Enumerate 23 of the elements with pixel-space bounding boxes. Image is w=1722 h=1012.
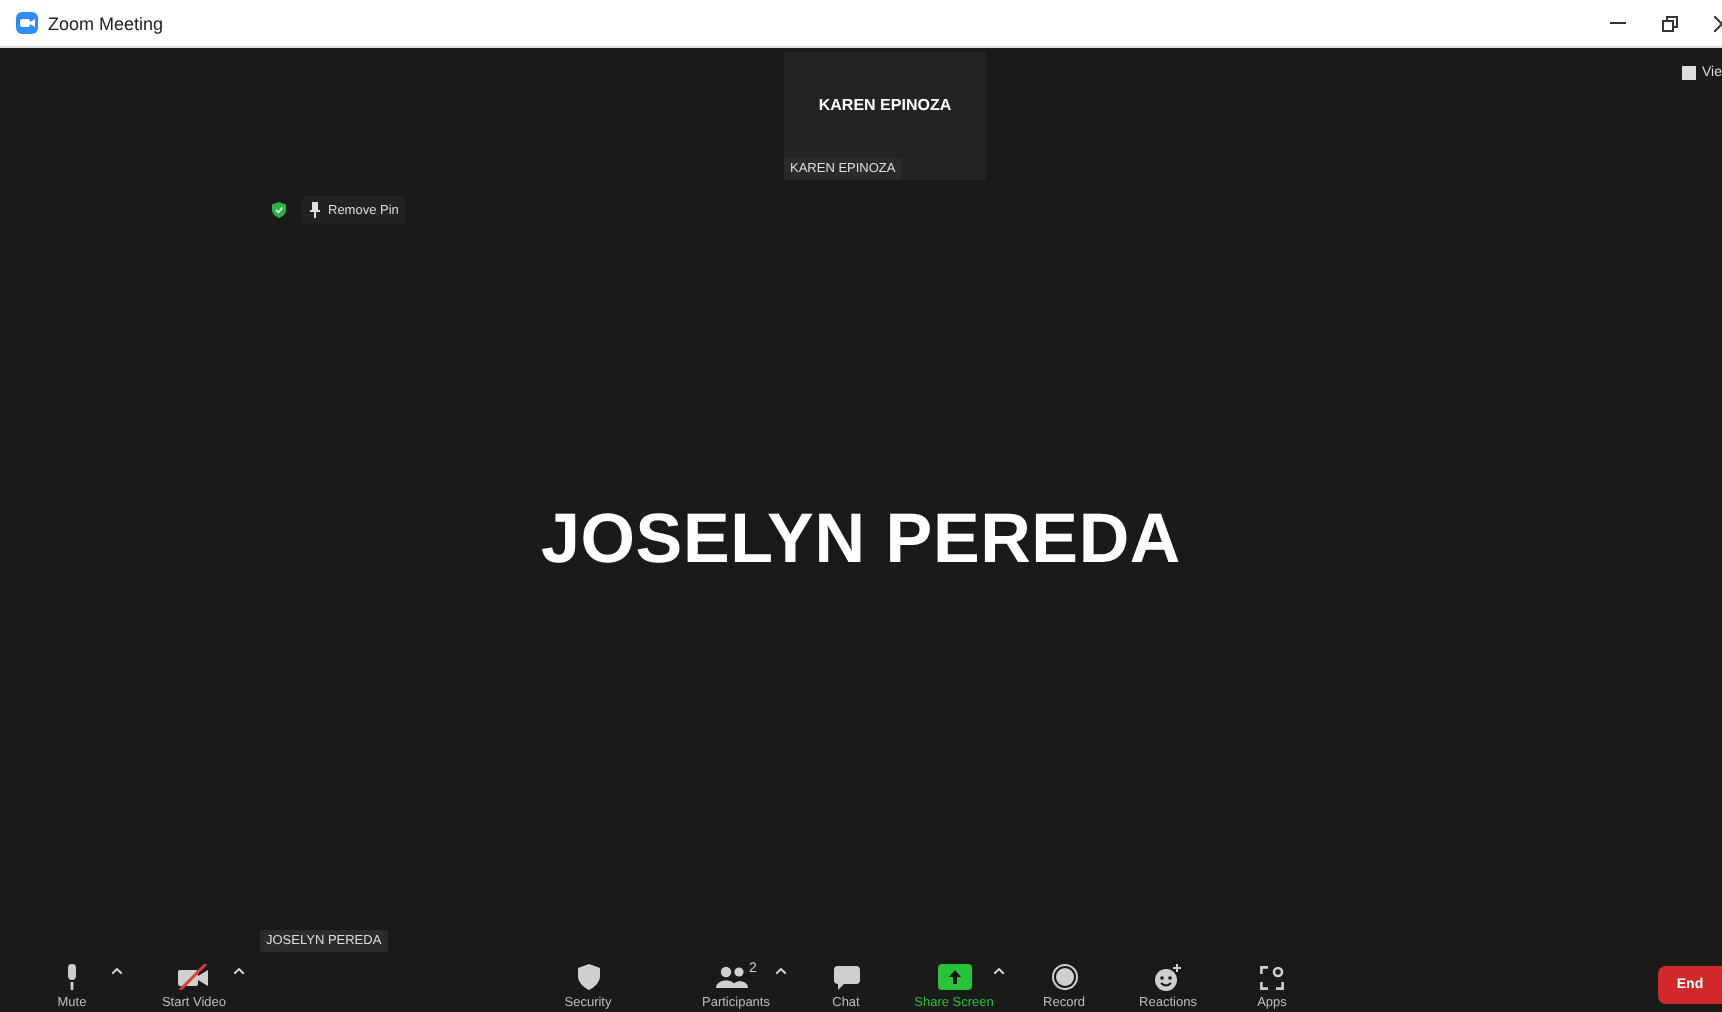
- smiley-icon: [1154, 963, 1182, 991]
- restore-icon[interactable]: [1662, 15, 1678, 31]
- shield-icon: [577, 964, 599, 990]
- caret-icon[interactable]: [234, 968, 244, 974]
- close-icon[interactable]: [1714, 15, 1722, 31]
- camera-off-icon: [178, 964, 210, 990]
- zoom-logo-icon: [16, 12, 38, 34]
- participant-name: KAREN EPINOZA: [818, 96, 952, 114]
- window-title: Zoom Meeting: [48, 13, 164, 33]
- apps-icon: [1260, 965, 1284, 989]
- record-icon: [1051, 964, 1077, 990]
- share-screen-icon: [937, 964, 971, 990]
- minimize-icon[interactable]: [1610, 21, 1626, 25]
- grid-icon: [1682, 66, 1696, 80]
- shield-check-icon: [272, 202, 286, 218]
- people-icon: [715, 966, 748, 988]
- participant-name: JOSELYN PEREDA: [541, 500, 1181, 580]
- speech-bubble-icon: [833, 965, 859, 989]
- caret-icon[interactable]: [776, 968, 786, 974]
- microphone-icon: [62, 964, 82, 990]
- pin-icon: [310, 202, 320, 218]
- caret-icon[interactable]: [112, 968, 122, 974]
- caret-icon[interactable]: [994, 968, 1004, 974]
